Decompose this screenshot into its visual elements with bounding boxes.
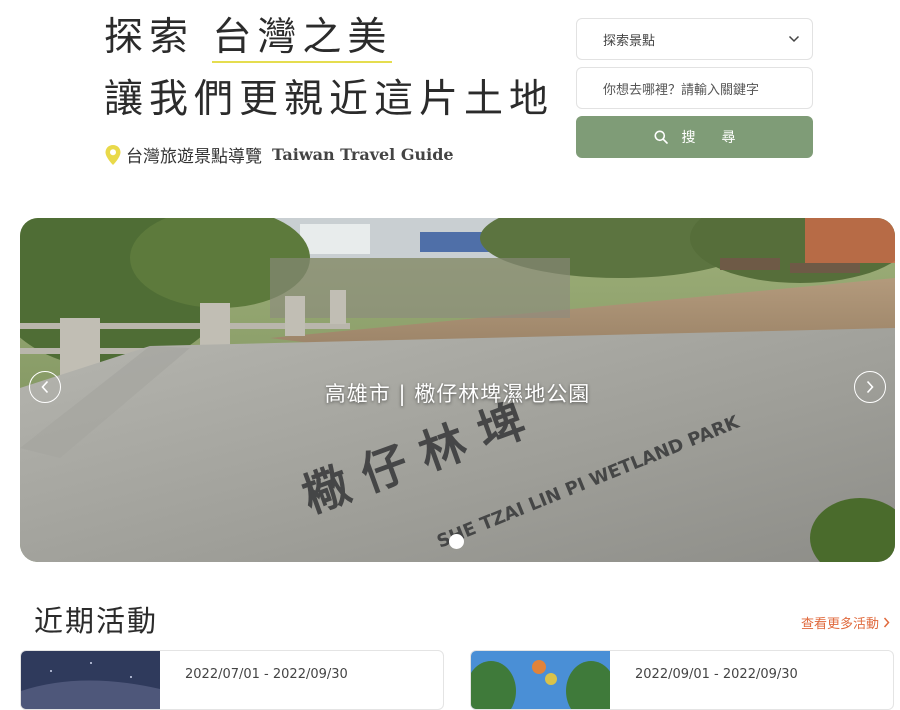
keyword-input-placeholder: 你想去哪裡？請輸入關鍵字 <box>603 82 760 98</box>
subtitle-english: Taiwan Travel Guide <box>272 145 454 164</box>
hero-title-line1: 探索 台灣之美 <box>104 10 554 66</box>
subtitle-chinese: 台灣旅遊景點導覽 <box>126 147 262 167</box>
search-button[interactable]: 搜尋 <box>576 116 813 158</box>
hero-title-prefix: 探索 <box>104 15 195 60</box>
hero-subtitle: 台灣旅遊景點導覽 Taiwan Travel Guide <box>104 142 454 167</box>
event-card-image <box>21 651 160 709</box>
event-card[interactable]: 2022/09/01 - 2022/09/30 <box>470 650 894 710</box>
search-panel: 探索景點 你想去哪裡？請輸入關鍵字 搜尋 <box>576 18 813 158</box>
chevron-left-icon <box>41 380 49 394</box>
hero-title-highlight: 台灣之美 <box>212 15 393 63</box>
event-card[interactable]: 2022/07/01 - 2022/09/30 <box>20 650 444 710</box>
hero-title: 探索 台灣之美 讓我們更親近這片土地 <box>104 10 554 128</box>
hero-carousel: 㯳 仔 林 埤 SHE TZAI LIN PI WETLAND PARK 高雄市… <box>20 218 895 562</box>
hero-title-line2: 讓我們更親近這片土地 <box>104 77 555 122</box>
more-events-link[interactable]: 查看更多活動 <box>801 613 890 632</box>
keyword-input[interactable]: 你想去哪裡？請輸入關鍵字 <box>576 67 813 109</box>
chevron-right-icon <box>866 380 874 394</box>
category-select[interactable]: 探索景點 <box>576 18 813 60</box>
map-pin-icon <box>105 144 121 165</box>
chevron-right-icon <box>883 617 890 628</box>
carousel-prev-button[interactable] <box>29 371 61 403</box>
search-icon <box>654 130 668 144</box>
carousel-dot-active[interactable] <box>449 534 464 549</box>
carousel-caption: 高雄市 | 㯳仔林埤濕地公園 <box>324 382 591 406</box>
carousel-next-button[interactable] <box>854 371 886 403</box>
category-select-value: 探索景點 <box>603 33 656 49</box>
search-button-label: 搜尋 <box>681 130 762 146</box>
event-card-image <box>471 651 610 709</box>
events-section-title: 近期活動 <box>34 604 159 638</box>
chevron-down-icon <box>788 35 800 43</box>
more-events-label: 查看更多活動 <box>800 617 879 632</box>
